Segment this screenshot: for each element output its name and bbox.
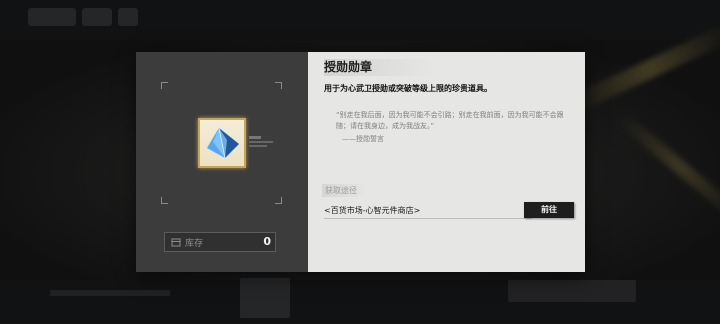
item-preview-panel: 库存 0 <box>136 52 308 272</box>
stock-label: 库存 <box>185 239 204 249</box>
item-detail-dialog: 库存 0 授勋勋章 用于为心武卫授勋或突破等级上限的珍贵道具。 “别走在我后面，… <box>136 52 585 272</box>
frame-corner <box>161 82 168 89</box>
item-tile <box>198 118 246 168</box>
stock-count: 0 <box>263 235 271 248</box>
item-flavor-quote: “别走在我后面，因为我可能不会引路；别走在我前面，因为我可能不会跟随；请在我身边… <box>336 111 564 130</box>
acquisition-label: 获取途径 <box>322 184 368 197</box>
box-icon <box>171 238 181 247</box>
item-description: 用于为心武卫授勋或突破等级上限的珍贵道具。 <box>324 84 492 93</box>
frame-corner <box>161 197 168 204</box>
divider <box>324 218 532 219</box>
item-title: 授勋勋章 <box>324 59 436 76</box>
item-tile-caption <box>249 136 279 147</box>
frame-corner <box>275 197 282 204</box>
stock-counter: 库存 0 <box>164 232 276 252</box>
item-info-panel: 授勋勋章 用于为心武卫授勋或突破等级上限的珍贵道具。 “别走在我后面，因为我可能… <box>308 52 585 272</box>
item-quote-source: ——授勋誓言 <box>342 135 384 143</box>
go-button[interactable]: 前往 <box>524 202 574 218</box>
frame-corner <box>275 82 282 89</box>
diamond-gem-icon <box>206 127 240 159</box>
acquisition-source: <百货市场-心智元件商店> <box>324 206 421 215</box>
